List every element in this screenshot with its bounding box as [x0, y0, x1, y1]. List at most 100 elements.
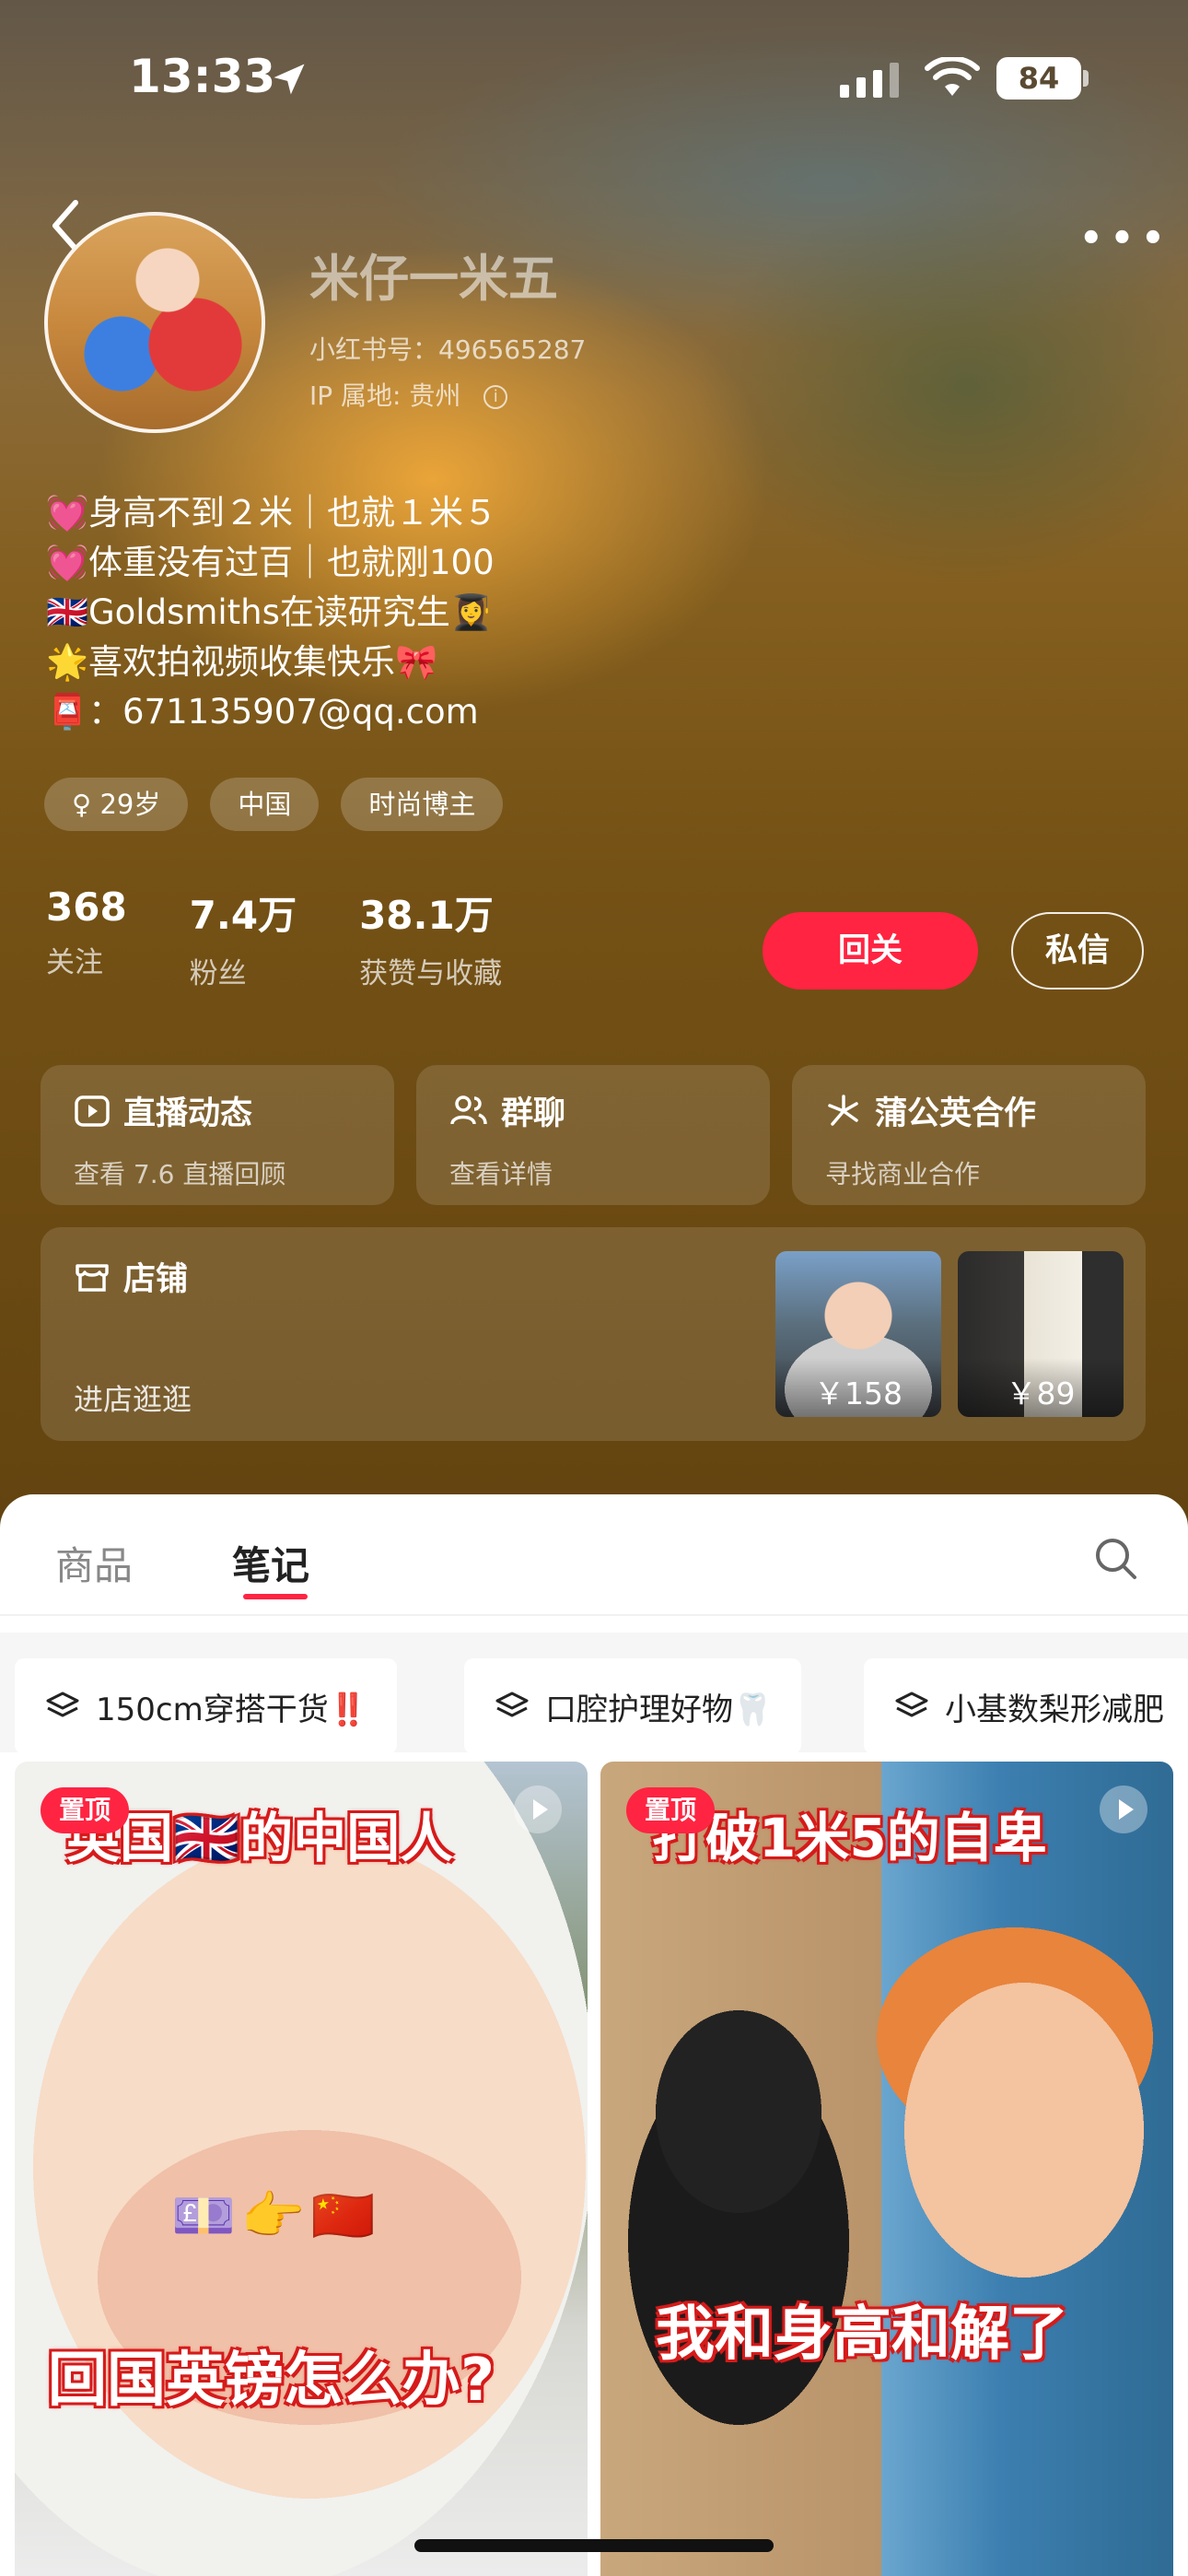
shop-icon — [76, 1263, 109, 1292]
collection-label: 小基数梨形减肥 — [945, 1691, 1164, 1728]
stat-label: 获赞与收藏 — [359, 957, 503, 990]
collection-chip[interactable]: 150cm穿搭干货‼️ — [15, 1658, 398, 1754]
tab-products[interactable]: 商品 — [55, 1535, 133, 1591]
card-title-text: 群聊 — [501, 1095, 566, 1132]
stat-following[interactable]: 368 关注 — [46, 884, 127, 991]
bio-line: 🇬🇧Goldsmiths在读研究生👩‍🎓 — [46, 588, 497, 638]
shop-title: 店铺 — [74, 1253, 188, 1300]
note-cover-emoji: 💷👉🇨🇳 — [171, 2186, 381, 2246]
bio-emoji: 💓 — [46, 543, 89, 582]
collection-chip[interactable]: 口腔护理好物🦷 — [464, 1658, 802, 1754]
battery-indicator: 84 — [996, 57, 1081, 100]
pinned-badge: 置顶 — [626, 1787, 716, 1833]
stat-number: 38.1万 — [359, 893, 494, 938]
card-subtitle: 寻找商业合作 — [825, 1159, 981, 1189]
card-title: 群聊 — [449, 1087, 737, 1134]
layers-icon — [495, 1692, 529, 1717]
product-price: ￥158 — [775, 1358, 941, 1417]
shop-product-thumb[interactable]: ￥158 — [775, 1251, 941, 1417]
wifi-icon — [925, 57, 980, 96]
tag-country: 中国 — [210, 778, 320, 831]
profile-name: 米仔一米五 — [309, 250, 558, 308]
ip-location-text: IP 属地: 贵州 — [309, 381, 461, 411]
card-title: 蒲公英合作 — [825, 1087, 1112, 1134]
search-icon[interactable] — [1092, 1535, 1140, 1583]
card-subtitle: 查看 7.6 直播回顾 — [74, 1159, 286, 1189]
note-card[interactable]: 英国🇬🇧的中国人 置顶 💷👉🇨🇳 回国英镑怎么办? — [15, 1762, 588, 2576]
bio-text: 体重没有过百｜也就刚100 — [88, 543, 495, 582]
bio-text: ：671135907@qq.com — [88, 692, 479, 732]
product-price: ￥89 — [958, 1358, 1124, 1417]
tab-notes[interactable]: 笔记 — [232, 1535, 309, 1591]
stat-followers[interactable]: 7.4万 粉丝 — [190, 884, 297, 991]
card-group-chat[interactable]: 群聊 查看详情 — [416, 1065, 770, 1205]
bio-line: 🌟喜欢拍视频收集快乐🎀 — [46, 638, 497, 687]
feature-cards: 直播动态 查看 7.6 直播回顾 群聊 查看详情 蒲公英合作 寻找商业合作 — [41, 1065, 1146, 1205]
shop-title-text: 店铺 — [123, 1261, 189, 1298]
group-icon — [450, 1095, 487, 1124]
home-indicator[interactable] — [414, 2539, 774, 2552]
card-title-text: 直播动态 — [123, 1095, 253, 1132]
shop-product-thumb[interactable]: ￥89 — [958, 1251, 1124, 1417]
active-tab-indicator — [243, 1594, 308, 1599]
tabs-divider — [0, 1614, 1188, 1616]
bio-text: Goldsmiths在读研究生👩‍🎓 — [88, 592, 493, 632]
bio-emoji: 🇬🇧 — [46, 592, 89, 632]
pinned-badge: 置顶 — [41, 1787, 130, 1833]
layers-icon — [46, 1692, 79, 1717]
info-icon[interactable]: i — [483, 385, 508, 409]
status-time: 13:33 — [129, 50, 276, 103]
bio-emoji: 💓 — [46, 493, 89, 533]
video-play-icon — [514, 1786, 562, 1833]
stat-likes[interactable]: 38.1万 获赞与收藏 — [359, 884, 502, 991]
tag-gender-age: ♀ 29岁 — [44, 778, 189, 831]
stat-label: 粉丝 — [189, 957, 247, 990]
dandelion-icon — [828, 1094, 858, 1126]
bio-text: 喜欢拍视频收集快乐🎀 — [88, 642, 438, 682]
layers-icon — [895, 1692, 928, 1717]
collection-label: 口腔护理好物🦷 — [545, 1691, 773, 1728]
cellular-signal-icon — [840, 63, 899, 98]
bio-line: 💓体重没有过百｜也就刚100 — [46, 538, 497, 588]
bio-emoji: 🌟 — [46, 642, 89, 682]
notes-grid: 英国🇬🇧的中国人 置顶 💷👉🇨🇳 回国英镑怎么办? 打破1米5的自卑 置顶 我和… — [15, 1762, 1188, 2576]
shop-subtitle: 进店逛逛 — [74, 1382, 192, 1417]
card-live[interactable]: 直播动态 查看 7.6 直播回顾 — [41, 1065, 394, 1205]
profile-stats: 368 关注 7.4万 粉丝 38.1万 获赞与收藏 — [46, 884, 502, 991]
collection-label: 150cm穿搭干货‼️ — [96, 1691, 368, 1728]
battery-tip — [1083, 70, 1089, 87]
bio-text: 身高不到２米｜也就１米５ — [88, 493, 497, 533]
video-play-icon — [1100, 1786, 1147, 1833]
bio-line: 📮：671135907@qq.com — [46, 687, 497, 737]
card-dandelion[interactable]: 蒲公英合作 寻找商业合作 — [792, 1065, 1146, 1205]
collection-bar: 150cm穿搭干货‼️ 口腔护理好物🦷 小基数梨形减肥 — [0, 1633, 1188, 1754]
note-card[interactable]: 打破1米5的自卑 置顶 我和身高和解了 — [600, 1762, 1173, 2576]
live-icon — [75, 1095, 110, 1127]
profile-tags: ♀ 29岁 中国 时尚博主 — [44, 778, 504, 831]
bio-line: 💓身高不到２米｜也就１米５ — [46, 488, 497, 538]
profile-page: 13:33 84 ••• 米仔一米五 小红书号：496565287 IP 属地:… — [0, 0, 1188, 2576]
profile-bio: 💓身高不到２米｜也就１米５ 💓体重没有过百｜也就刚100 🇬🇧Goldsmith… — [46, 488, 497, 737]
card-subtitle: 查看详情 — [449, 1159, 553, 1189]
red-id: 小红书号：496565287 — [309, 334, 587, 365]
content-tabs: 商品 笔记 — [0, 1494, 1188, 1614]
card-title-text: 蒲公英合作 — [875, 1095, 1037, 1132]
stat-number: 368 — [46, 884, 127, 930]
follow-back-button[interactable]: 回关 — [763, 912, 978, 989]
stat-label: 关注 — [46, 946, 103, 979]
tag-category: 时尚博主 — [341, 778, 504, 831]
card-title: 直播动态 — [74, 1087, 361, 1134]
note-cover-caption: 回国英镑怎么办? — [48, 2347, 495, 2415]
message-button[interactable]: 私信 — [1011, 912, 1144, 989]
bio-emoji: 📮 — [46, 692, 89, 732]
ip-location: IP 属地: 贵州 i — [309, 376, 508, 413]
note-cover-caption: 我和身高和解了 — [656, 2301, 1068, 2369]
more-options-icon[interactable]: ••• — [1079, 217, 1172, 260]
content-sheet: 商品 笔记 150cm穿搭干货‼️ 口腔护理好物🦷 小基数梨形减肥 英国🇬🇧的中… — [0, 1494, 1188, 2576]
collection-chip[interactable]: 小基数梨形减肥 — [864, 1658, 1188, 1754]
location-arrow-icon — [274, 64, 305, 95]
status-bar: 13:33 84 — [0, 0, 1188, 157]
avatar[interactable] — [44, 212, 265, 433]
shop-card[interactable]: 店铺 进店逛逛 ￥158 ￥89 — [41, 1227, 1146, 1441]
stat-number: 7.4万 — [189, 893, 297, 938]
